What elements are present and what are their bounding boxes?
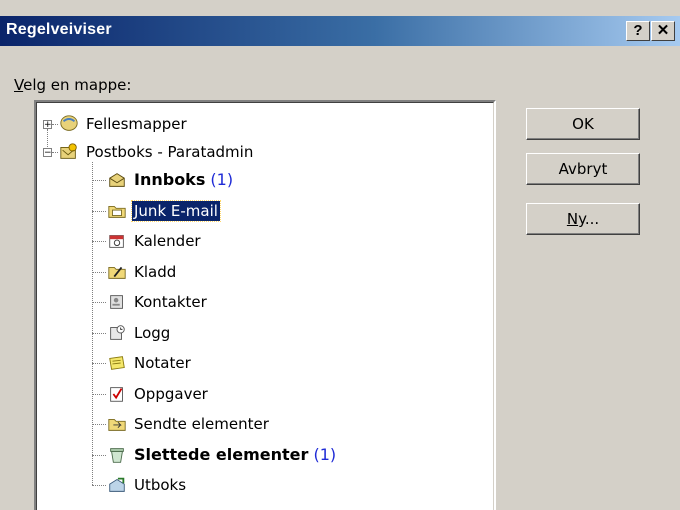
folder-label-accelerator: V bbox=[14, 76, 24, 94]
rules-wizard-dialog: Regelveiviser ? ✕ Velg en mappe: + Felles… bbox=[0, 0, 680, 510]
tree-item-name: Notater bbox=[134, 354, 191, 372]
ok-button[interactable]: OK bbox=[526, 108, 640, 140]
help-button[interactable]: ? bbox=[626, 21, 650, 41]
tree-connector bbox=[47, 129, 48, 147]
public-folders-icon bbox=[60, 115, 78, 131]
tree-item-name: Logg bbox=[134, 324, 171, 342]
expand-toggle[interactable]: + bbox=[43, 120, 52, 130]
tree-connector bbox=[92, 333, 106, 334]
tree-item-name: Slettede elementer bbox=[134, 445, 309, 464]
tree-item-name: Sendte elementer bbox=[134, 415, 269, 433]
tree-item-label: Sendte elementer bbox=[132, 414, 271, 434]
tree-item-name: Oppgaver bbox=[134, 385, 208, 403]
title-bar[interactable]: Regelveiviser ? ✕ bbox=[0, 16, 680, 46]
drafts-icon bbox=[108, 266, 126, 279]
folder-label-text: elg en mappe: bbox=[23, 76, 132, 94]
tree-connector bbox=[92, 211, 106, 212]
outbox-icon bbox=[109, 477, 125, 492]
window-title: Regelveiviser bbox=[6, 21, 112, 38]
tree-item-name: Kalender bbox=[134, 232, 201, 250]
tree-item-label: Fellesmapper bbox=[84, 114, 189, 134]
tree-item-label: Oppgaver bbox=[132, 384, 210, 404]
tree-item-label: Kladd bbox=[132, 262, 178, 282]
tree-connector bbox=[92, 455, 106, 456]
tree-item-label: Kalender bbox=[132, 231, 203, 251]
tree-connector bbox=[92, 180, 106, 181]
tree-item-name: Postboks - Paratadmin bbox=[86, 143, 254, 161]
tasks-icon bbox=[110, 387, 123, 402]
tree-item-label: Postboks - Paratadmin bbox=[84, 142, 255, 162]
new-button-accelerator: N bbox=[566, 210, 579, 228]
tree-item-name: Kontakter bbox=[134, 293, 207, 311]
tree-item-label: Innboks (1) bbox=[132, 169, 235, 190]
tree-connector bbox=[92, 424, 106, 425]
inbox-icon bbox=[109, 173, 125, 187]
tree-item-name: Junk E-mail bbox=[134, 202, 218, 220]
tree-item-name: Kladd bbox=[134, 263, 177, 281]
tree-item-name: Utboks bbox=[134, 476, 187, 494]
tree-item-label: Kontakter bbox=[132, 292, 209, 312]
tree-connector bbox=[92, 394, 106, 395]
tree-connector bbox=[92, 272, 106, 273]
choose-folder-label: Velg en mappe: bbox=[14, 76, 131, 94]
junk-folder-icon bbox=[108, 206, 126, 218]
tree-item-label: Utboks bbox=[132, 475, 188, 495]
close-button[interactable]: ✕ bbox=[651, 21, 675, 41]
contacts-icon bbox=[110, 295, 123, 309]
tree-connector bbox=[92, 241, 106, 242]
new-folder-button[interactable]: Ny... bbox=[526, 203, 640, 235]
unread-count: (1) bbox=[205, 170, 234, 189]
unread-count: (1) bbox=[308, 445, 337, 464]
notes-icon bbox=[109, 356, 125, 370]
tree-item-label: Slettede elementer (1) bbox=[132, 444, 338, 465]
cancel-button[interactable]: Avbryt bbox=[526, 153, 640, 185]
mailbox-icon bbox=[60, 143, 77, 159]
journal-icon bbox=[110, 325, 125, 340]
new-button-label: y... bbox=[578, 210, 600, 228]
sent-items-icon bbox=[108, 419, 126, 431]
tree-item-name: Fellesmapper bbox=[86, 115, 187, 133]
tree-item-label: Notater bbox=[132, 353, 193, 373]
tree-item-label: Junk E-mail bbox=[131, 200, 221, 222]
calendar-icon bbox=[109, 235, 124, 248]
deleted-items-icon bbox=[110, 448, 124, 463]
tree-item-label: Logg bbox=[132, 323, 172, 343]
folder-tree[interactable]: + Fellesmapper − Postboks - Paratadmin Innbo… bbox=[34, 100, 496, 510]
tree-connector bbox=[92, 302, 106, 303]
collapse-toggle[interactable]: − bbox=[43, 148, 52, 158]
tree-connector bbox=[92, 363, 106, 364]
tree-item-name: Innboks bbox=[134, 170, 206, 189]
tree-connector bbox=[92, 485, 106, 486]
